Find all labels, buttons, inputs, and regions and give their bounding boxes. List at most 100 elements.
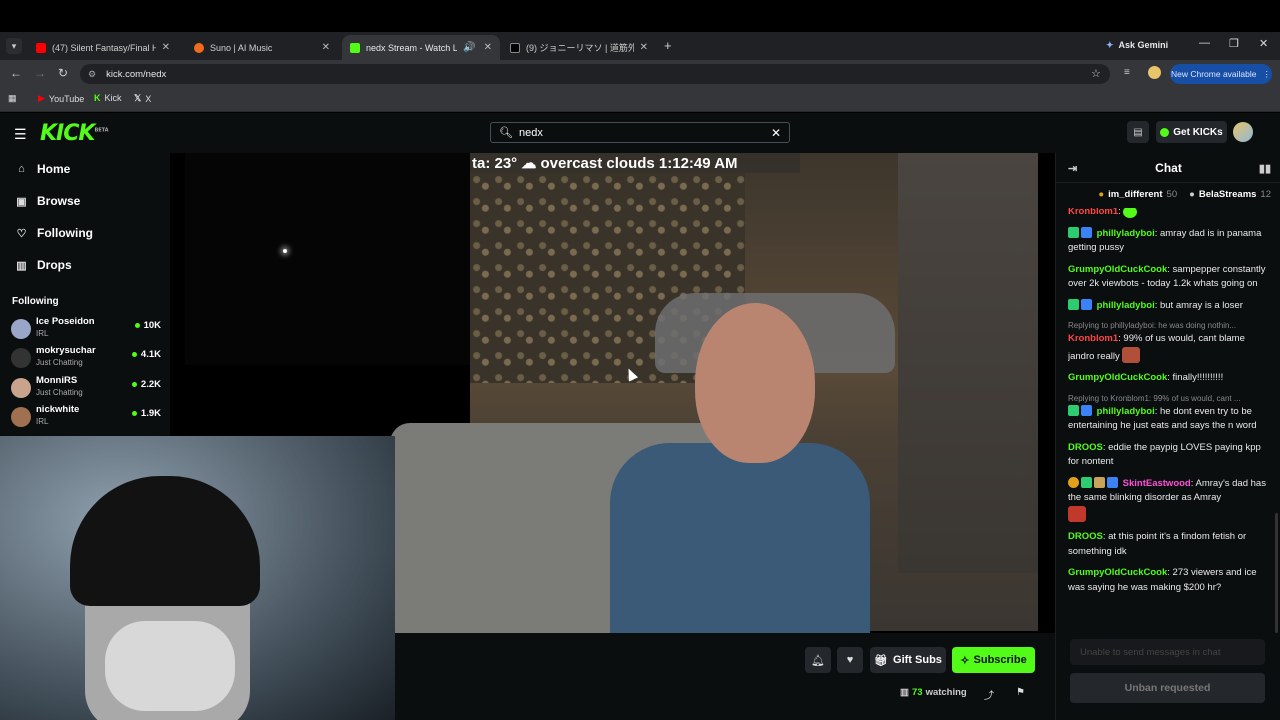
notifications-icon[interactable]: ▤: [1127, 121, 1149, 143]
followed-channel[interactable]: Ice Poseidon IRL 10K: [11, 316, 161, 344]
chat-scrollbar[interactable]: [1275, 513, 1278, 633]
avatar: [11, 407, 31, 427]
new-chrome-available-button[interactable]: New Chrome available ⋮: [1170, 64, 1272, 84]
sub-badge-icon: [1068, 226, 1079, 238]
gift-badge-icon: ●: [1189, 188, 1195, 200]
night-sky-inset: [185, 153, 470, 365]
gift-icon: 🎁︎: [874, 654, 889, 667]
emote-icon: [1122, 346, 1141, 363]
profile-avatar[interactable]: [1148, 66, 1161, 79]
kick-logo[interactable]: KICKBETA: [40, 121, 109, 146]
chat-message: Replying to phillyladyboi: he was doing …: [1068, 320, 1273, 364]
gifter-badge-icon: [1068, 476, 1079, 488]
bookmark-youtube[interactable]: ▶ YouTube: [38, 93, 84, 104]
leaderboard-icon[interactable]: ▮▮: [1259, 162, 1271, 175]
top-letterbox: [0, 0, 1280, 32]
share-icon[interactable]: ⤴: [984, 687, 994, 702]
live-dot-icon: [131, 352, 137, 357]
hand: [105, 621, 235, 711]
more-menu-icon: ⋮: [1262, 68, 1272, 79]
chat-input[interactable]: Unable to send messages in chat: [1070, 639, 1265, 665]
collapse-chat-icon[interactable]: ⇥: [1068, 162, 1077, 175]
clear-search-icon[interactable]: ✕: [771, 126, 781, 140]
sub-badge-icon: [1068, 404, 1079, 416]
og-badge-icon: [1094, 476, 1105, 488]
star-icon: ✧: [960, 654, 970, 667]
avatar: [11, 378, 31, 398]
followed-channel[interactable]: mokrysuchar Just Chatting 4.1K: [11, 345, 161, 373]
avatar: [11, 348, 31, 368]
browser-tab[interactable]: (47) Silent Fantasy/Final Hill (VE ✕: [28, 35, 178, 60]
close-window-icon[interactable]: ✕: [1259, 37, 1268, 50]
restore-icon[interactable]: ❐: [1229, 37, 1239, 50]
close-tab-icon[interactable]: ✕: [640, 42, 648, 53]
heart-icon: ♡: [16, 227, 27, 240]
reload-icon[interactable]: ↻: [58, 66, 68, 80]
apps-grid-icon[interactable]: ▦: [8, 93, 17, 104]
star-icon: [283, 249, 287, 253]
bookmark-x[interactable]: 𝕏 X: [134, 93, 151, 104]
followed-channel[interactable]: MonniRS Just Chatting 2.2K: [11, 375, 161, 403]
notification-bell-icon[interactable]: 🔔︎: [805, 647, 831, 673]
chat-message: GrumpyOldCuckCook: 273 viewers and ice w…: [1068, 567, 1257, 593]
report-icon[interactable]: ⚑: [1016, 687, 1025, 698]
follow-heart-icon[interactable]: ♥: [837, 647, 863, 673]
url-bar[interactable]: ⚙ kick.com/nedx: [80, 64, 1110, 84]
tab-search-icon[interactable]: ▾: [6, 38, 22, 54]
sidebar-item-following[interactable]: ♡ Following: [16, 226, 93, 240]
new-tab-icon[interactable]: +: [664, 38, 672, 53]
viewers-icon: ▥: [900, 687, 909, 698]
speaker-icon[interactable]: 🔊: [463, 42, 475, 53]
back-icon[interactable]: ←: [10, 66, 22, 80]
chat-message: phillyladyboi: but amray is a loser: [1068, 298, 1273, 314]
unban-requested-button[interactable]: Unban requested: [1070, 673, 1265, 703]
search-icon: 🔍︎: [499, 127, 513, 139]
sub-badge-icon: [1081, 476, 1092, 488]
close-tab-icon[interactable]: ✕: [162, 42, 170, 53]
shelf: [898, 153, 1038, 573]
bookmark-star-icon[interactable]: ☆: [1091, 67, 1101, 80]
get-kicks-button[interactable]: Get KICKs: [1156, 121, 1227, 143]
kick-favicon-icon: [350, 42, 360, 53]
search-input[interactable]: 🔍︎ nedx ✕: [490, 122, 790, 143]
bookmark-kick[interactable]: K Kick: [94, 93, 122, 103]
reply-context: Replying to Kronblom1: 99% of us would, …: [1068, 393, 1241, 403]
minimize-icon[interactable]: —: [1199, 37, 1210, 49]
x-favicon-icon: [510, 42, 520, 53]
browser-tab[interactable]: (9) ジョニーリマソ | 道筋外国人旅 ✕: [502, 35, 656, 60]
viewer-count: 1.9K: [131, 408, 161, 419]
close-tab-icon[interactable]: ✕: [484, 42, 492, 53]
chat-message: DROOS: at this point it's a findom fetis…: [1068, 531, 1247, 557]
emote-icon: [1068, 505, 1086, 522]
viewer-count: ▥ 73 watching: [900, 687, 967, 698]
gifter-leaderboard: ● im_different 50 ● BelaStreams 12: [1098, 188, 1271, 200]
sidebar-item-browse[interactable]: ▣ Browse: [16, 194, 80, 208]
close-tab-icon[interactable]: ✕: [322, 42, 330, 53]
menu-icon[interactable]: ☰: [14, 126, 27, 143]
bookmarks-bar: [0, 88, 1280, 112]
followed-channel[interactable]: nickwhite IRL 1.9K: [11, 404, 161, 432]
forward-icon[interactable]: →: [34, 66, 46, 80]
browser-tab[interactable]: Suno | AI Music ✕: [186, 35, 338, 60]
chat-message: GrumpyOldCuckCook: finally!!!!!!!!!!: [1068, 372, 1224, 383]
gift-subs-button[interactable]: 🎁︎ Gift Subs: [870, 647, 946, 673]
site-info-icon[interactable]: ⚙: [88, 69, 96, 80]
sidebar-item-home[interactable]: ⌂ Home: [16, 162, 70, 176]
chat-panel: ⇥ Chat ▮▮ ● im_different 50 ● BelaStream…: [1055, 153, 1280, 720]
chat-message: phillyladyboi: amray dad is in panama ge…: [1068, 226, 1262, 253]
live-dot-icon: [131, 382, 137, 387]
reading-list-icon[interactable]: ≡: [1124, 67, 1130, 78]
sidebar-item-drops[interactable]: ▥ Drops: [16, 258, 71, 272]
drops-icon: ▥: [16, 259, 27, 272]
stream-video-frame: [390, 153, 1038, 633]
browser-tab-active[interactable]: nedx Stream - Watch Live o 🔊 ✕: [342, 35, 500, 60]
user-avatar[interactable]: [1233, 122, 1253, 142]
x-logo-icon: 𝕏: [134, 93, 142, 103]
reply-context: Replying to phillyladyboi: he was doing …: [1068, 321, 1237, 330]
subscribe-button[interactable]: ✧ Subscribe: [952, 647, 1035, 673]
streamer-figure: [610, 303, 870, 633]
suno-favicon-icon: [194, 42, 204, 53]
verified-badge-icon: [1081, 226, 1092, 238]
ask-gemini-button[interactable]: ✦ Ask Gemini: [1106, 37, 1168, 53]
verified-badge-icon: [1107, 476, 1118, 488]
